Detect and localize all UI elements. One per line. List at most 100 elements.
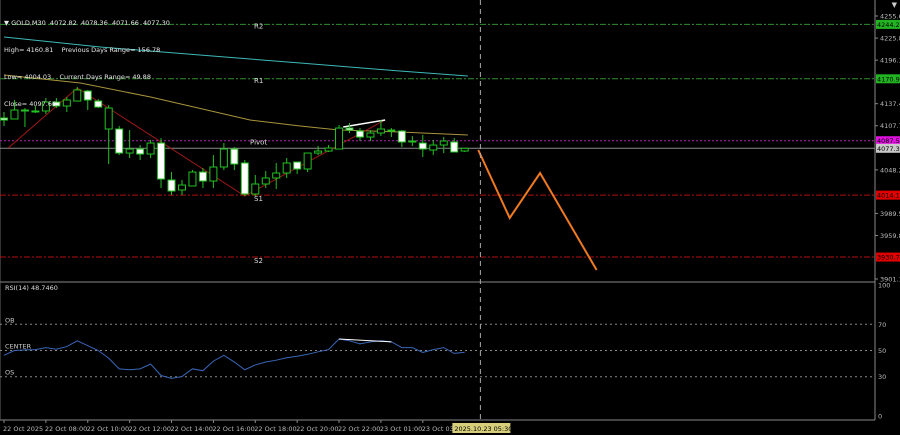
candle-body [282, 162, 291, 174]
price-tick-label: 4225.85 [880, 35, 900, 43]
close-value: Close= 4097.66 [4, 100, 57, 108]
price-tick-label: 3989.55 [880, 210, 900, 218]
candle[interactable] [408, 135, 417, 146]
candle-body [345, 127, 354, 131]
candle[interactable] [230, 147, 239, 171]
time-tick-label: 22 Oct 20:00 [296, 425, 338, 433]
candle-body [272, 172, 281, 179]
rsi-level-label-ob: OB [5, 316, 15, 324]
candle-body [136, 148, 145, 155]
candle[interactable] [167, 172, 176, 196]
candle-body [167, 179, 176, 192]
rsi-tick-label: 0 [878, 413, 882, 421]
candle-body [429, 144, 438, 151]
candle[interactable] [397, 130, 406, 148]
rsi-tick-label: 50 [878, 347, 886, 355]
candle-body [157, 142, 166, 180]
price-tick-label: 4107.70 [880, 122, 900, 130]
candle[interactable] [335, 124, 344, 150]
candle-body [219, 148, 228, 168]
candle-body [209, 166, 218, 182]
price-tick-label: 3959.80 [880, 232, 900, 240]
symbol-ohlc: GOLD,M30 4072.82 4078.36 4071.66 4077.30 [11, 19, 170, 27]
time-tick-label: 22 Oct 14:00 [171, 425, 213, 433]
level-name-s1: S1 [254, 195, 263, 203]
level-price-label-r1: 4170.97 [877, 75, 900, 83]
level-price-label-s2: 3930.72 [877, 254, 900, 262]
candle[interactable] [387, 128, 396, 138]
candle[interactable] [418, 135, 427, 157]
candle-body [240, 162, 249, 195]
candle[interactable] [251, 175, 260, 197]
candle-body [251, 183, 260, 195]
time-tick-label: 22 Oct 18:00 [254, 425, 296, 433]
level-name-s2: S2 [254, 257, 263, 265]
candle-body [0, 117, 8, 121]
candle[interactable] [450, 137, 459, 153]
candle[interactable] [272, 162, 281, 190]
level-name-pivot: Pivot [250, 139, 267, 147]
candle-body [418, 142, 427, 150]
level-price-label-s1: 4014.19 [877, 192, 900, 200]
candle[interactable] [188, 170, 197, 187]
candle[interactable] [376, 120, 385, 136]
time-tick-label: 23 Oct 01:00 [380, 425, 422, 433]
candle-body [177, 184, 186, 191]
low-value: Low= 4004.03 [4, 73, 52, 81]
candle-body [324, 147, 333, 152]
candle-body [335, 127, 344, 150]
crosshair-time-label: 2025.10.23 05:30 [454, 425, 512, 433]
time-tick-label: 22 Oct 16:00 [212, 425, 254, 433]
candle[interactable] [460, 147, 469, 153]
candle[interactable] [293, 161, 302, 175]
candle-body [366, 132, 375, 138]
candle-body [146, 142, 155, 155]
level-name-r2: R2 [254, 22, 263, 30]
candle[interactable] [146, 139, 155, 159]
previous-days-range: Previous Days Range= 156.78 [61, 46, 161, 54]
candle[interactable] [157, 137, 166, 188]
candle[interactable] [177, 179, 186, 196]
candle-body [314, 150, 323, 154]
time-tick-label: 23 Oct 03 [422, 425, 454, 433]
candle-body [450, 141, 459, 153]
rsi-title: RSI(14) 48.7460 [5, 284, 58, 292]
candle[interactable] [355, 128, 364, 142]
candle[interactable] [429, 139, 438, 156]
candle[interactable] [303, 152, 312, 173]
candle-body [303, 152, 312, 170]
price-tick-label: 4137.45 [880, 100, 900, 108]
chart-menu-triangle-icon[interactable]: ▼ [892, 1, 897, 9]
candle[interactable] [240, 160, 249, 197]
candle-body [397, 130, 406, 143]
chart-info-header: ▼ GOLD,M30 4072.82 4078.36 4071.66 4077.… [4, 1, 170, 118]
rsi-line [3, 338, 465, 379]
rsi-tick-label: 70 [878, 321, 886, 329]
candle-body [125, 148, 134, 154]
candle[interactable] [439, 137, 448, 154]
level-name-r1: R1 [254, 77, 263, 85]
rsi-tick-label: 30 [878, 373, 886, 381]
time-tick-label: 22 Oct 2025 [3, 425, 43, 433]
candle[interactable] [366, 130, 375, 142]
candle[interactable] [115, 126, 124, 156]
forecast-path [477, 149, 598, 271]
candle[interactable] [125, 130, 134, 159]
time-tick-label: 22 Oct 22:00 [338, 425, 380, 433]
candle[interactable] [136, 145, 145, 161]
candle[interactable] [219, 143, 228, 171]
candle-body [408, 140, 417, 143]
candle-body [230, 148, 239, 165]
candle-body [188, 171, 197, 187]
time-tick-label: 22 Oct 08:00 [45, 425, 87, 433]
candle[interactable] [324, 145, 333, 153]
price-tick-label: 4255.60 [880, 13, 900, 21]
candle[interactable] [314, 145, 323, 156]
candle-body [355, 130, 364, 138]
candle-body [376, 128, 385, 134]
high-value: High= 4160.81 [4, 46, 54, 54]
candle-body [261, 177, 270, 185]
candle[interactable] [209, 155, 218, 188]
candle[interactable] [345, 122, 354, 134]
rsi-tick-label: 100 [878, 282, 890, 290]
